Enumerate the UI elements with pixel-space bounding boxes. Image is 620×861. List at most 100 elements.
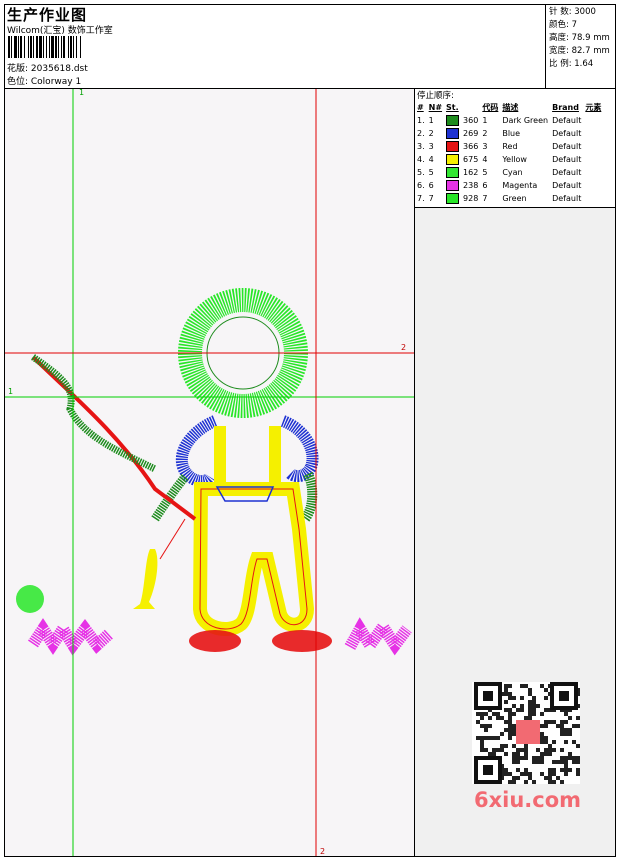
right-sleeve	[300, 471, 318, 523]
row-code: 4	[482, 155, 488, 164]
qr-module	[536, 760, 540, 764]
qr-module	[508, 720, 512, 724]
qr-module	[524, 756, 528, 760]
color-swatch	[446, 193, 460, 204]
qr-module	[504, 768, 508, 772]
qr-module	[564, 712, 568, 716]
row-code: 3	[482, 142, 488, 151]
qr-module	[480, 744, 484, 748]
row-element	[583, 127, 603, 140]
qr-module	[524, 772, 528, 776]
qr-module	[524, 752, 528, 756]
qr-module	[532, 756, 536, 760]
qr-module	[564, 768, 568, 772]
row-stitches: 269	[463, 129, 479, 138]
qr-module	[512, 724, 516, 728]
qr-module	[516, 756, 520, 760]
qr-module	[528, 700, 532, 704]
qr-finder-center	[483, 765, 493, 775]
qr-module	[488, 716, 492, 720]
qr-module	[508, 736, 512, 740]
qr-module	[528, 772, 532, 776]
qr-module	[504, 772, 508, 776]
qr-module	[520, 748, 524, 752]
qr-module	[528, 708, 532, 712]
row-element	[583, 192, 603, 205]
qr-module	[512, 752, 516, 756]
color-count: 颜色: 7	[549, 20, 577, 30]
col-index: #	[417, 103, 424, 112]
row-description: Red	[502, 142, 518, 151]
qr-module	[540, 752, 544, 756]
qr-code	[472, 682, 580, 784]
qr-module	[560, 768, 564, 772]
qr-module	[488, 752, 492, 756]
qr-module	[508, 696, 512, 700]
color-row: 6. 6 238 6 Magenta Default	[415, 179, 603, 192]
qr-module	[544, 724, 548, 728]
col-stitches: St.	[446, 103, 459, 112]
qr-module	[500, 732, 504, 736]
guide-left-label: 1	[8, 387, 14, 396]
row-swatch	[444, 166, 461, 179]
qr-module	[520, 696, 524, 700]
qr-module	[528, 776, 532, 780]
row-code: 5	[482, 168, 488, 177]
qr-module	[548, 780, 552, 784]
qr-module	[568, 756, 572, 760]
qr-module	[476, 736, 480, 740]
qr-module	[516, 708, 520, 712]
qr-module	[488, 724, 492, 728]
barcode-bar	[81, 36, 82, 58]
qr-module	[544, 748, 548, 752]
qr-module	[572, 756, 576, 760]
row-needle: 7	[428, 194, 434, 203]
qr-module	[560, 724, 564, 728]
qr-module	[544, 740, 548, 744]
qr-module	[556, 760, 560, 764]
row-stitches: 675	[463, 155, 479, 164]
qr-module	[500, 748, 504, 752]
qr-module	[508, 708, 512, 712]
qr-module	[552, 760, 556, 764]
row-needle: 4	[428, 155, 434, 164]
qr-module	[552, 772, 556, 776]
qr-module	[564, 740, 568, 744]
qr-module	[516, 768, 520, 772]
qr-module	[532, 700, 536, 704]
qr-module	[552, 720, 556, 724]
qr-module	[532, 708, 536, 712]
row-brand: Default	[552, 181, 582, 190]
qr-module	[548, 772, 552, 776]
row-swatch	[444, 153, 461, 166]
qr-module	[576, 756, 580, 760]
qr-module	[544, 776, 548, 780]
row-code: 1	[482, 116, 488, 125]
qr-module	[484, 724, 488, 728]
row-element	[583, 166, 603, 179]
row-index: 5.	[417, 168, 425, 177]
qr-module	[568, 752, 572, 756]
qr-module	[508, 712, 512, 716]
qr-module	[576, 716, 580, 720]
qr-module	[516, 760, 520, 764]
qr-module	[508, 692, 512, 696]
row-brand: Default	[552, 155, 582, 164]
fishing-line	[159, 518, 186, 560]
qr-module	[508, 716, 512, 720]
qr-module	[528, 688, 532, 692]
row-index: 6.	[417, 181, 425, 190]
qr-module	[540, 756, 544, 760]
qr-module	[520, 756, 524, 760]
grass-left	[28, 617, 114, 656]
qr-module	[560, 760, 564, 764]
qr-module	[540, 772, 544, 776]
embroidery-preview	[5, 89, 414, 856]
qr-module	[564, 720, 568, 724]
row-brand: Default	[552, 194, 582, 203]
row-swatch	[444, 192, 461, 205]
qr-module	[536, 748, 540, 752]
color-sequence-box: 停止顺序: # N# St. 代码 描述 Brand 元素 1. 1 360 1 Dar…	[415, 89, 615, 208]
qr-module	[556, 776, 560, 780]
qr-module	[560, 756, 564, 760]
